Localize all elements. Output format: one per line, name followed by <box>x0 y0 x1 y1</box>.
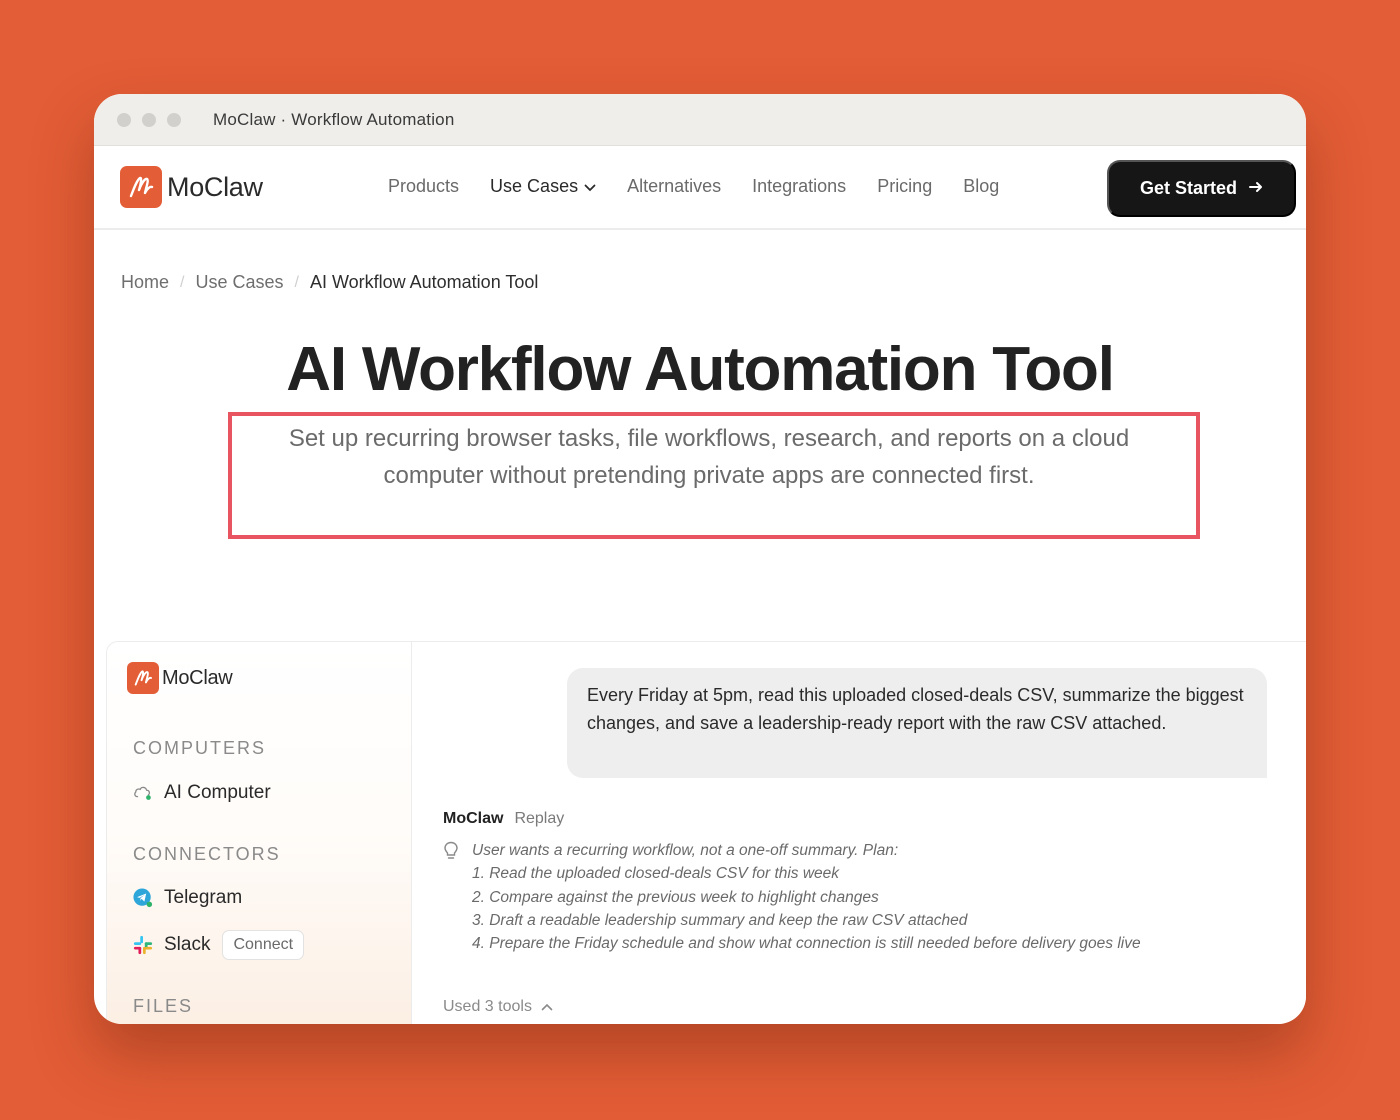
window-titlebar: MoClaw · Workflow Automation <box>94 94 1306 146</box>
chevron-up-icon <box>541 998 553 1016</box>
brand-link[interactable]: MoClaw <box>120 166 263 208</box>
breadcrumb-use-cases[interactable]: Use Cases <box>195 272 283 293</box>
moclaw-logo-icon <box>120 166 162 208</box>
nav-link-integrations[interactable]: Integrations <box>752 176 846 197</box>
nav-link-use-cases[interactable]: Use Cases <box>490 176 596 197</box>
chevron-down-icon <box>584 176 596 197</box>
sidebar-item-telegram[interactable]: Telegram <box>133 887 242 909</box>
hero-subtitle: Set up recurring browser tasks, file wor… <box>244 420 1174 494</box>
nav-link-pricing[interactable]: Pricing <box>877 176 932 197</box>
get-started-button[interactable]: Get Started <box>1107 160 1296 217</box>
thought-line: User wants a recurring workflow, not a o… <box>472 842 899 859</box>
thought-line: 4. Prepare the Friday schedule and show … <box>472 935 1141 953</box>
browser-window: MoClaw · Workflow Automation MoClaw Prod… <box>94 94 1306 1024</box>
brand-name: MoClaw <box>167 171 263 202</box>
nav-links: Products Use Cases Alternatives Integrat… <box>388 176 1030 197</box>
breadcrumb: Home / Use Cases / AI Workflow Automatio… <box>121 272 538 293</box>
hero-subtitle-line-2: computer without pretending private apps… <box>383 462 1035 489</box>
slack-icon <box>133 935 153 955</box>
arrow-right-icon <box>1249 180 1263 198</box>
sidebar-heading-connectors: CONNECTORS <box>133 844 281 864</box>
thought-line: 2. Compare against the previous week to … <box>472 888 879 906</box>
nav-link-blog[interactable]: Blog <box>963 176 999 197</box>
app-preview: MoClaw COMPUTERS AI Computer CONNECTORS … <box>106 641 1306 1024</box>
thought-line: 3. Draft a readable leadership summary a… <box>472 911 968 929</box>
used-tools-label: Used 3 tools <box>443 998 532 1015</box>
breadcrumb-separator: / <box>294 273 299 291</box>
sidebar-item-label: Telegram <box>164 887 243 908</box>
assistant-name: MoClaw <box>443 810 504 827</box>
breadcrumb-home[interactable]: Home <box>121 272 169 293</box>
nav-link-use-cases-label: Use Cases <box>490 176 579 196</box>
thought-line: 1. Read the uploaded closed-deals CSV fo… <box>472 865 840 883</box>
chat-panel: Every Friday at 5pm, read this uploaded … <box>413 642 1306 1024</box>
nav-link-products[interactable]: Products <box>388 176 459 197</box>
sidebar-brand-name: MoClaw <box>162 666 233 689</box>
breadcrumb-separator: / <box>180 273 185 291</box>
zoom-window-dot[interactable] <box>167 112 181 127</box>
sidebar-item-slack[interactable]: Slack Connect <box>133 930 305 960</box>
moclaw-logo-icon <box>127 662 159 694</box>
minimize-window-dot[interactable] <box>142 112 156 127</box>
sidebar-item-label: Slack <box>164 934 211 955</box>
breadcrumb-current: AI Workflow Automation Tool <box>309 272 539 292</box>
nav-link-alternatives[interactable]: Alternatives <box>627 176 721 197</box>
lightbulb-icon <box>443 841 459 861</box>
sidebar-item-label: AI Computer <box>164 782 271 803</box>
sidebar-heading-computers: COMPUTERS <box>133 738 267 758</box>
page-title: AI Workflow Automation Tool <box>286 335 1115 404</box>
slack-connect-button[interactable]: Connect <box>222 930 305 960</box>
app-sidebar: MoClaw COMPUTERS AI Computer CONNECTORS … <box>107 642 412 1024</box>
top-nav: MoClaw Products Use Cases Alternatives I… <box>94 146 1306 230</box>
get-started-label: Get Started <box>1139 178 1238 198</box>
thought-lines: User wants a recurring workflow, not a o… <box>472 839 1141 955</box>
cloud-icon <box>133 783 153 803</box>
sidebar-brand[interactable]: MoClaw <box>127 662 233 694</box>
close-window-dot[interactable] <box>117 112 131 127</box>
hero-subtitle-line-1: Set up recurring browser tasks, file wor… <box>288 425 1130 452</box>
assistant-message-header: MoClaw Replay <box>443 810 564 828</box>
window-title: MoClaw · Workflow Automation <box>213 109 455 129</box>
sidebar-heading-files: FILES <box>133 996 194 1016</box>
user-message-bubble: Every Friday at 5pm, read this uploaded … <box>567 668 1267 778</box>
replay-link[interactable]: Replay <box>514 810 564 828</box>
used-tools-toggle[interactable]: Used 3 tools <box>443 998 553 1016</box>
sidebar-item-ai-computer[interactable]: AI Computer <box>133 782 271 804</box>
telegram-icon <box>133 888 153 908</box>
